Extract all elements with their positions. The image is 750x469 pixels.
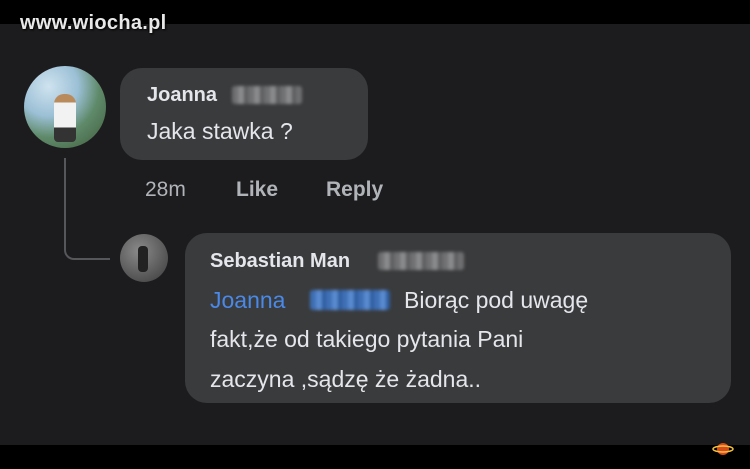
blurred-surname: [232, 86, 302, 104]
reply-avatar[interactable]: [120, 234, 168, 282]
comment-text: Jaka stawka ?: [147, 118, 293, 144]
thread-connector: [64, 158, 110, 260]
bottom-letterbox: [0, 445, 750, 469]
reply-author[interactable]: Sebastian Man: [210, 250, 350, 273]
planet-logo-icon: [712, 443, 734, 455]
blurred-mention-surname: [310, 290, 390, 310]
avatar[interactable]: [24, 66, 106, 148]
reply-button[interactable]: Reply: [326, 178, 383, 202]
mention-link[interactable]: Joanna: [210, 283, 285, 317]
blurred-surname: [378, 252, 464, 270]
reply-text-line: Biorąc pod uwagę: [404, 287, 589, 313]
watermark: www.wiocha.pl: [20, 12, 167, 34]
comment-timestamp[interactable]: 28m: [145, 178, 186, 202]
reply-text-line: fakt,że od takiego pytania Pani: [210, 326, 524, 352]
comment-author[interactable]: Joanna: [147, 84, 217, 107]
reply-text-line: zaczyna ,sądzę że żadna..: [210, 366, 482, 392]
like-button[interactable]: Like: [236, 178, 278, 202]
